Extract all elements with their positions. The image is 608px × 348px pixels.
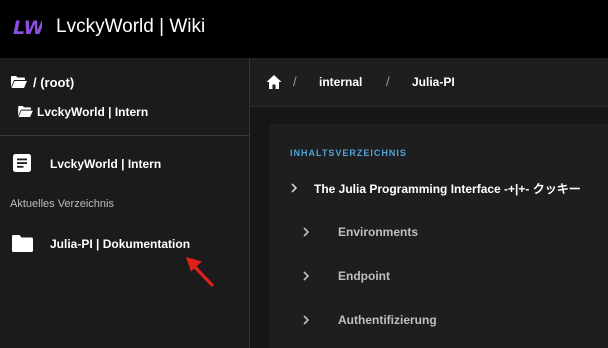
home-icon[interactable] — [266, 74, 282, 90]
chevron-right-icon[interactable] — [301, 315, 311, 325]
toc-item-environments[interactable]: Environments — [338, 225, 418, 239]
toc-item-endpoint[interactable]: Endpoint — [338, 269, 390, 283]
breadcrumb-item-internal[interactable]: internal — [319, 75, 362, 89]
sidebar-divider — [0, 135, 249, 136]
sidebar-parent-link[interactable]: LvckyWorld | Intern — [37, 105, 148, 119]
main-content: / internal / Julia-PI INHALTSVERZEICHNIS… — [250, 58, 608, 348]
toc-item-julia-programming-interface[interactable]: The Julia Programming Interface -+|+- クッ… — [314, 180, 581, 197]
sidebar-root-link[interactable]: / (root) — [33, 75, 74, 90]
sidebar: / (root) LvckyWorld | Intern LvckyWorld … — [0, 58, 250, 348]
section-label: Aktuelles Verzeichnis — [10, 198, 114, 210]
red-arrow-icon — [186, 257, 214, 287]
chevron-right-icon[interactable] — [301, 271, 311, 281]
document-icon — [13, 154, 31, 172]
sidebar-page-link[interactable]: LvckyWorld | Intern — [50, 157, 161, 171]
breadcrumb-separator: / — [386, 74, 390, 89]
folder-open-icon — [18, 106, 33, 117]
sidebar-current-dir-link[interactable]: Julia-PI | Dokumentation — [50, 237, 190, 251]
toc-title: INHALTSVERZEICHNIS — [290, 148, 407, 158]
chevron-right-icon[interactable] — [301, 227, 311, 237]
folder-open-icon — [11, 76, 27, 88]
breadcrumb: / internal / Julia-PI — [250, 58, 608, 107]
breadcrumb-item-julia-pi[interactable]: Julia-PI — [412, 75, 455, 89]
chevron-right-icon[interactable] — [289, 183, 299, 193]
table-of-contents: INHALTSVERZEICHNIS The Julia Programming… — [270, 124, 608, 348]
svg-text:LW: LW — [13, 17, 42, 39]
folder-icon — [12, 235, 33, 252]
app-header: LW LvckyWorld | Wiki — [0, 0, 608, 58]
toc-item-authentifizierung[interactable]: Authentifizierung — [338, 313, 437, 327]
breadcrumb-separator: / — [293, 74, 297, 89]
app-title[interactable]: LvckyWorld | Wiki — [56, 16, 205, 38]
lw-logo-icon[interactable]: LW — [12, 11, 42, 41]
